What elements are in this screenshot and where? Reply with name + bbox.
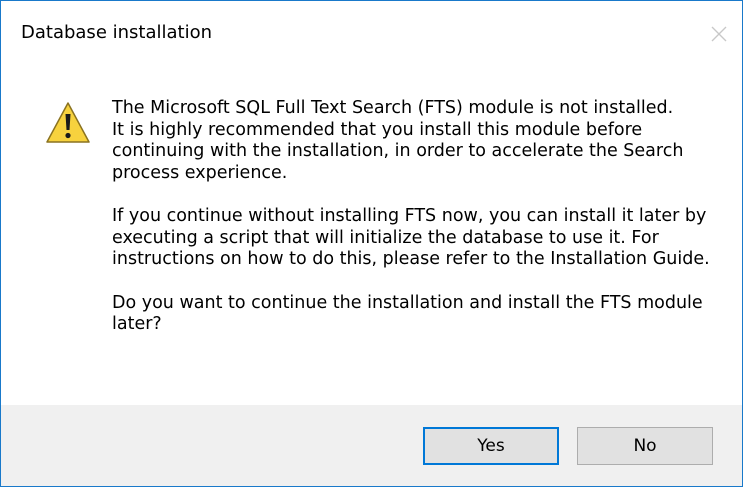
no-button[interactable]: No <box>577 427 713 465</box>
close-button[interactable] <box>696 11 742 57</box>
close-icon <box>711 26 727 42</box>
dialog-window: Database installation The Microsoft SQL … <box>0 0 743 487</box>
yes-button[interactable]: Yes <box>423 427 559 465</box>
message-text: The Microsoft SQL Full Text Search (FTS)… <box>112 98 712 358</box>
warning-icon <box>46 102 90 143</box>
message-paragraph: If you continue without installing FTS n… <box>112 206 710 269</box>
message-paragraph: Do you want to continue the installation… <box>112 292 703 335</box>
title-bar[interactable]: Database installation <box>1 1 742 65</box>
message-paragraph: The Microsoft SQL Full Text Search (FTS)… <box>112 98 684 183</box>
window-title: Database installation <box>21 22 212 43</box>
button-bar: Yes No <box>1 405 742 486</box>
